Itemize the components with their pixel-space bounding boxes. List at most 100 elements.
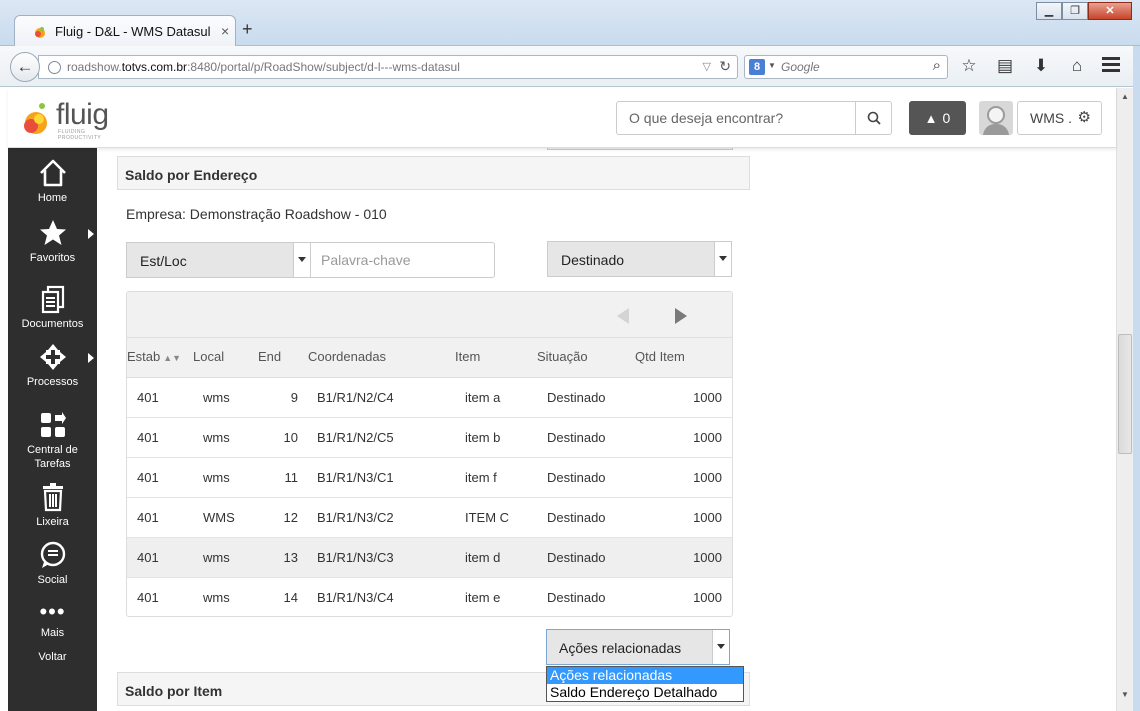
related-actions-select[interactable]: Ações relacionadas xyxy=(546,629,730,665)
cell-local: wms xyxy=(203,430,230,445)
sidebar-item-central-de-tarefas[interactable]: Central de Tarefas xyxy=(8,410,97,471)
cell-coordenadas: B1/R1/N2/C4 xyxy=(317,390,394,405)
column-header-local[interactable]: Local xyxy=(193,349,224,364)
keyword-input[interactable] xyxy=(310,242,495,278)
table-row[interactable]: 401 wms 11 B1/R1/N3/C1 item f Destinado … xyxy=(127,458,732,498)
sidebar-item-voltar[interactable]: Voltar xyxy=(8,650,97,664)
notifications-button[interactable]: ▲ 0 xyxy=(909,101,966,135)
tab-title: Fluig - D&L - WMS Datasul xyxy=(55,24,211,39)
sidebar-item-favoritos[interactable]: Favoritos xyxy=(8,218,97,265)
sidebar-item-label: Lixeira xyxy=(36,516,69,528)
search-engine-icon[interactable]: 8 xyxy=(749,59,765,75)
search-input[interactable] xyxy=(616,101,856,135)
table-row[interactable]: 401 wms 13 B1/R1/N3/C3 item d Destinado … xyxy=(127,538,732,578)
sidebar-item-social[interactable]: Social xyxy=(8,540,97,587)
browser-search-box[interactable]: 8 ▼ Google ⌕ xyxy=(744,55,948,79)
tab-close-icon[interactable]: × xyxy=(221,23,229,39)
cell-item: item f xyxy=(465,470,497,485)
table-row[interactable]: 401 WMS 12 B1/R1/N3/C2 ITEM C Destinado … xyxy=(127,498,732,538)
user-menu-button[interactable]: WMS . ⚙ xyxy=(1017,101,1102,135)
browser-toolbar-icons: ☆ ▤ ⬇ ⌂ xyxy=(958,56,1088,76)
sidebar-item-mais[interactable]: ••• Mais xyxy=(8,601,97,640)
logo-tagline: FLUIDING PRODUCTIVITY xyxy=(58,129,102,141)
page-scrollbar[interactable]: ▲ ▼ xyxy=(1116,88,1133,711)
home-page-icon[interactable]: ⌂ xyxy=(1066,56,1088,76)
new-tab-button[interactable]: + xyxy=(242,20,253,38)
cell-qtd-item: 1000 xyxy=(693,470,722,485)
avatar[interactable] xyxy=(979,101,1013,135)
cell-estab: 401 xyxy=(137,590,159,605)
reading-list-icon[interactable]: ▤ xyxy=(994,56,1016,76)
sidebar-item-lixeira[interactable]: Lixeira xyxy=(8,482,97,529)
sidebar-item-home[interactable]: Home xyxy=(8,158,97,205)
filter-field-value: Est/Loc xyxy=(140,253,187,269)
column-header-situacao[interactable]: Situação xyxy=(537,349,588,364)
maximize-button[interactable]: ❐ xyxy=(1062,2,1088,20)
bookmark-star-icon[interactable]: ☆ xyxy=(958,56,980,76)
column-header-coordenadas[interactable]: Coordenadas xyxy=(308,349,386,364)
dropdown-option-acoes-relacionadas[interactable]: Ações relacionadas xyxy=(547,667,743,684)
previous-widget-edge xyxy=(547,148,733,150)
url-history-dropdown-icon[interactable]: ▽ xyxy=(703,60,711,73)
cell-item: item a xyxy=(465,390,501,405)
cell-situacao: Destinado xyxy=(547,510,606,525)
previous-page-icon[interactable] xyxy=(617,308,629,324)
fluig-favicon-icon xyxy=(35,27,45,38)
scroll-down-icon[interactable]: ▼ xyxy=(1121,690,1129,699)
cell-qtd-item: 1000 xyxy=(693,590,722,605)
search-engine-dropdown-icon[interactable]: ▼ xyxy=(768,61,776,70)
sidebar-item-label: Processos xyxy=(26,376,79,388)
search-icon[interactable]: ⌕ xyxy=(933,57,941,74)
filter-field-select[interactable]: Est/Loc xyxy=(126,242,311,278)
cell-qtd-item: 1000 xyxy=(693,550,722,565)
table-header: Estab ▲▼ Local End Coordenadas Item Situa… xyxy=(127,338,732,378)
sidebar-item-label: Documentos xyxy=(21,318,84,330)
sidebar-item-documentos[interactable]: Documentos xyxy=(8,284,97,331)
table-row[interactable]: 401 wms 9 B1/R1/N2/C4 item a Destinado 1… xyxy=(127,378,732,418)
saldo-table: Estab ▲▼ Local End Coordenadas Item Situa… xyxy=(126,291,733,617)
reload-icon[interactable]: ↻ xyxy=(719,58,731,75)
next-page-icon[interactable] xyxy=(675,308,687,324)
sidebar-item-label: Social xyxy=(37,574,68,586)
scrollbar-thumb[interactable] xyxy=(1118,334,1132,454)
column-header-estab[interactable]: Estab ▲▼ xyxy=(127,349,181,364)
sidebar-item-label: Central de Tarefas xyxy=(27,444,78,470)
cell-estab: 401 xyxy=(137,550,159,565)
main-content: Saldo por Endereço Empresa: Demonstração… xyxy=(97,148,1116,711)
window-close-button[interactable]: ✕ xyxy=(1088,2,1132,20)
column-header-item[interactable]: Item xyxy=(455,349,480,364)
window-controls: ▁ ❐ ✕ xyxy=(1036,2,1132,20)
documents-icon xyxy=(41,285,64,314)
cell-end: 13 xyxy=(283,550,298,565)
browser-search-placeholder: Google xyxy=(781,60,820,74)
avatar-head-shape xyxy=(987,106,1005,124)
table-row[interactable]: 401 wms 14 B1/R1/N3/C4 item e Destinado … xyxy=(127,578,732,616)
downloads-icon[interactable]: ⬇ xyxy=(1030,56,1052,76)
related-actions-dropdown: Ações relacionadas Saldo Endereço Detalh… xyxy=(546,666,744,702)
cell-local: wms xyxy=(203,590,230,605)
cell-end: 11 xyxy=(284,470,299,485)
cell-local: wms xyxy=(203,550,230,565)
cell-local: WMS xyxy=(203,510,235,525)
browser-menu-icon[interactable] xyxy=(1102,57,1120,75)
back-button[interactable]: ← xyxy=(10,52,40,82)
dropdown-option-saldo-endereco-detalhado[interactable]: Saldo Endereço Detalhado xyxy=(547,684,743,701)
cell-situacao: Destinado xyxy=(547,470,606,485)
address-bar[interactable]: roadshow.totvs.com.br:8480/portal/p/Road… xyxy=(38,55,738,79)
fluig-logo[interactable]: fluig FLUIDING PRODUCTIVITY xyxy=(20,96,120,141)
tasks-icon xyxy=(40,412,66,437)
scroll-up-icon[interactable]: ▲ xyxy=(1121,92,1129,101)
cell-coordenadas: B1/R1/N3/C4 xyxy=(317,590,394,605)
browser-tab[interactable]: Fluig - D&L - WMS Datasul × xyxy=(14,15,236,47)
search-button[interactable] xyxy=(855,101,892,135)
status-filter-select[interactable]: Destinado xyxy=(547,241,732,277)
browser-navbar: roadshow.totvs.com.br:8480/portal/p/Road… xyxy=(0,46,1140,87)
column-header-end[interactable]: End xyxy=(258,349,281,364)
column-header-qtd-item[interactable]: Qtd Item xyxy=(635,349,685,364)
minimize-button[interactable]: ▁ xyxy=(1036,2,1062,20)
sidebar-item-processos[interactable]: Processos xyxy=(8,342,97,389)
warning-icon: ▲ xyxy=(924,111,938,126)
cell-item: item b xyxy=(465,430,501,445)
home-icon xyxy=(39,159,66,187)
table-row[interactable]: 401 wms 10 B1/R1/N2/C5 item b Destinado … xyxy=(127,418,732,458)
